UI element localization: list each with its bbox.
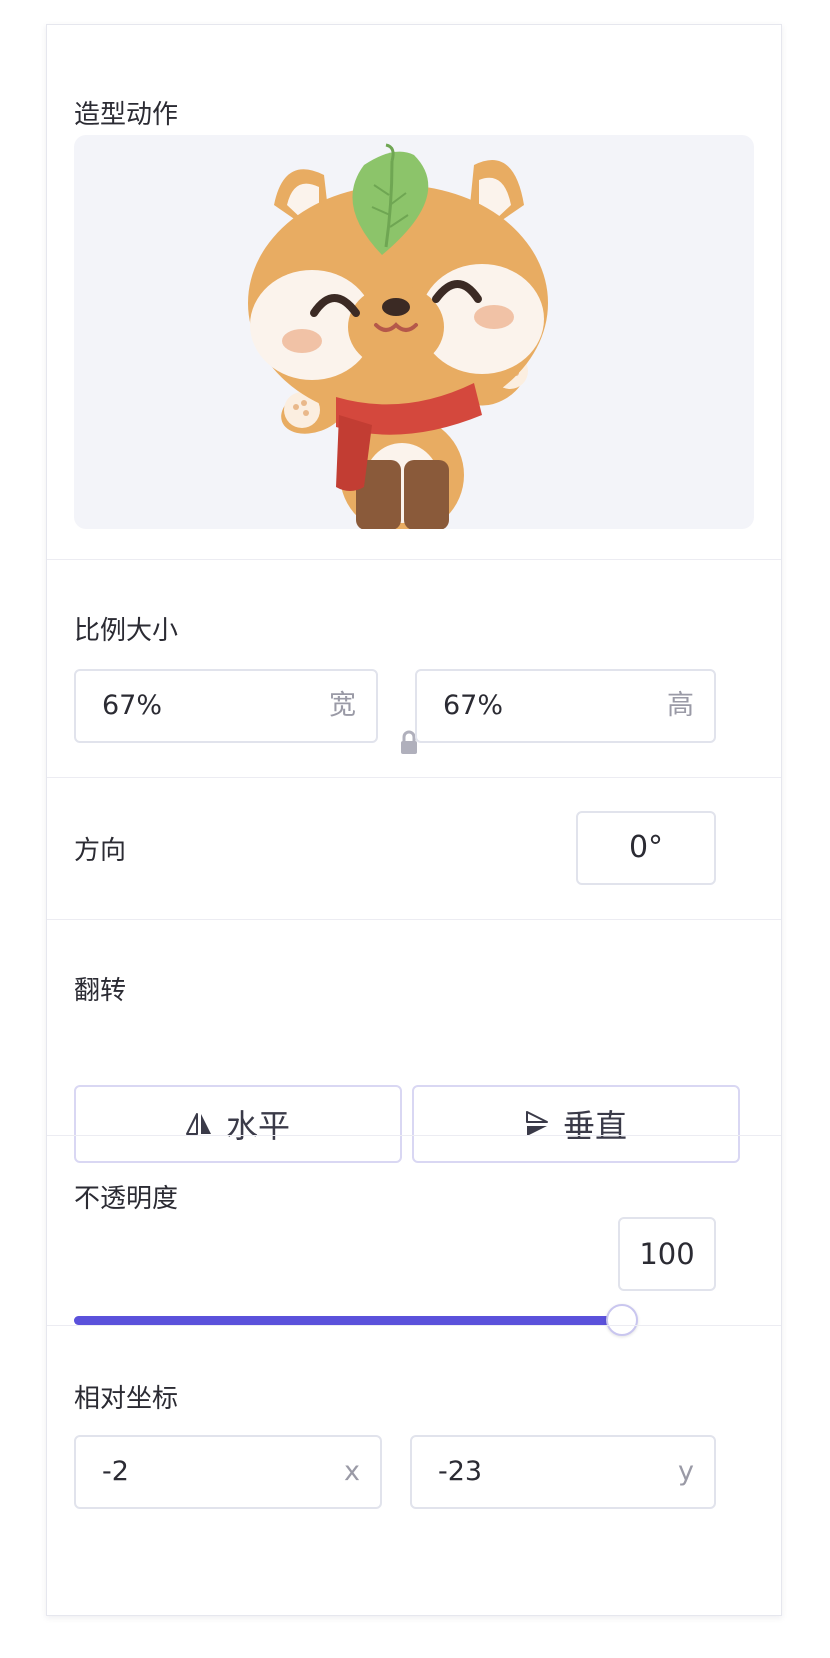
costume-title: 造型动作 — [74, 100, 179, 130]
divider — [47, 777, 781, 778]
divider — [47, 919, 781, 920]
height-unit-label: 高 — [667, 690, 694, 721]
divider — [47, 559, 781, 560]
direction-value: 0° — [628, 830, 664, 865]
width-scale-value: 67% — [102, 690, 163, 721]
scale-title: 比例大小 — [74, 616, 179, 646]
flip-vertical-label: 垂直 — [562, 1107, 627, 1145]
flip-horizontal-label: 水平 — [225, 1107, 290, 1145]
flip-title: 翻转 — [74, 976, 127, 1006]
position-title: 相对坐标 — [74, 1384, 179, 1414]
flip-horizontal-icon — [185, 1113, 211, 1135]
opacity-input[interactable]: 100 — [618, 1217, 716, 1291]
sprite-properties-panel: 造型动作 比例大小 67% 宽 67% 高 方向 0° 翻转 水平 垂直 不透明… — [46, 24, 782, 1616]
x-unit-label: x — [344, 1456, 360, 1487]
y-unit-label: y — [678, 1456, 694, 1487]
opacity-value: 100 — [639, 1237, 695, 1271]
costume-preview[interactable] — [74, 135, 754, 529]
divider — [47, 1325, 781, 1326]
flip-vertical-icon — [525, 1111, 548, 1136]
opacity-slider[interactable] — [74, 1304, 638, 1336]
flip-horizontal-button[interactable]: 水平 — [74, 1085, 402, 1163]
divider — [47, 1135, 781, 1136]
height-scale-input[interactable]: 67% 高 — [415, 669, 716, 743]
height-scale-value: 67% — [443, 690, 504, 721]
opacity-title: 不透明度 — [74, 1184, 179, 1214]
x-position-value: -2 — [102, 1456, 129, 1487]
x-position-input[interactable]: -2 x — [74, 1435, 382, 1509]
width-scale-input[interactable]: 67% 宽 — [74, 669, 378, 743]
y-position-input[interactable]: -23 y — [410, 1435, 716, 1509]
y-position-value: -23 — [438, 1456, 483, 1487]
opacity-slider-thumb[interactable] — [606, 1304, 638, 1336]
direction-input[interactable]: 0° — [576, 811, 716, 885]
direction-title: 方向 — [74, 836, 127, 866]
fox-mascot-image — [248, 143, 548, 529]
flip-vertical-button[interactable]: 垂直 — [412, 1085, 740, 1163]
width-unit-label: 宽 — [329, 690, 356, 721]
opacity-slider-fill — [74, 1316, 622, 1325]
